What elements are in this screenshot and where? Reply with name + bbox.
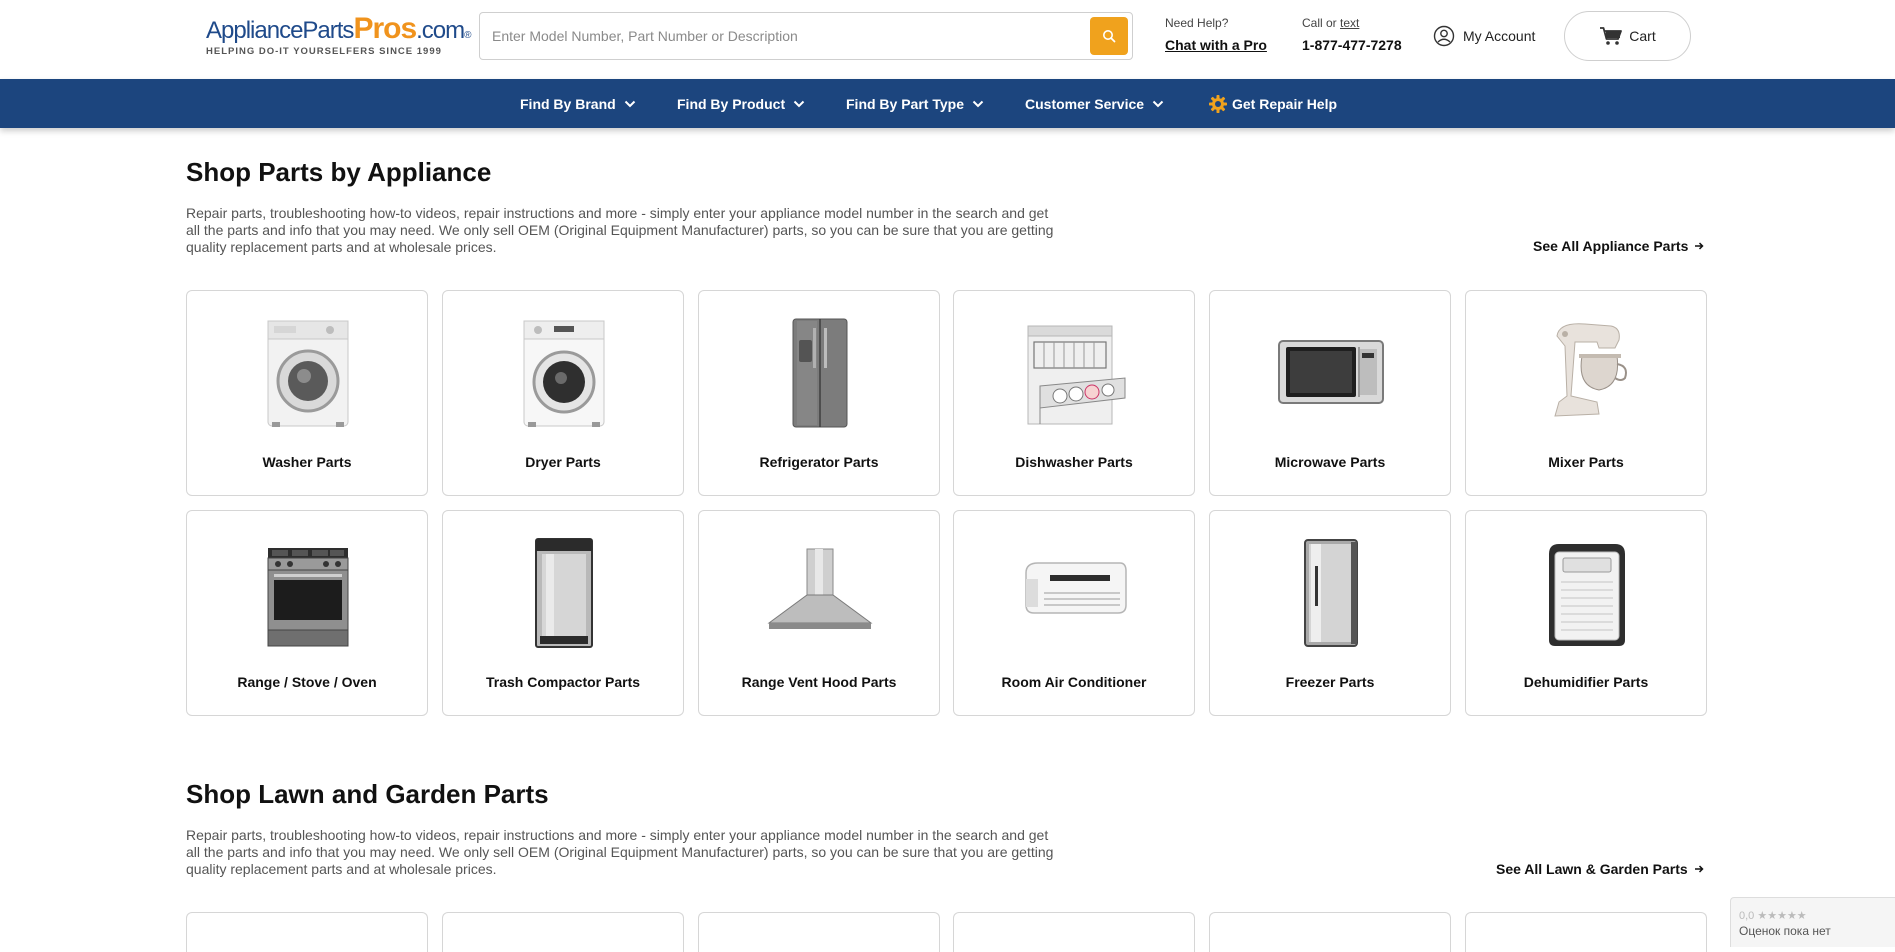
site-logo[interactable]: AppliancePartsPros.com® HELPING DO-IT YO… (206, 12, 472, 62)
my-account-label: My Account (1463, 28, 1536, 44)
category-card-range[interactable]: Range / Stove / Oven (186, 510, 428, 716)
need-help: Need Help? Chat with a Pro (1165, 16, 1267, 53)
chevron-down-icon (972, 100, 984, 107)
category-card-refrigerator[interactable]: Refrigerator Parts (698, 290, 940, 496)
category-card-dryer[interactable]: Dryer Parts (442, 290, 684, 496)
category-card-dishwasher[interactable]: Dishwasher Parts (953, 290, 1195, 496)
arrow-right-icon (1694, 865, 1704, 873)
room-air-conditioner-image (1015, 533, 1135, 653)
mixer-image (1527, 313, 1647, 433)
chevron-down-icon (1152, 100, 1164, 107)
freezer-image (1271, 533, 1391, 653)
gear-icon (1209, 94, 1227, 113)
cart-icon (1600, 27, 1623, 45)
rating-widget[interactable]: 0,0 ★★★★★ Оценок пока нет (1730, 897, 1895, 947)
search-button[interactable] (1090, 17, 1128, 55)
washer-image (248, 313, 368, 433)
category-label: Freezer Parts (1285, 674, 1375, 690)
category-label: Microwave Parts (1274, 454, 1386, 470)
lawn-section-description: Repair parts, troubleshooting how-to vid… (186, 827, 1054, 877)
category-card-dehumidifier[interactable]: Dehumidifier Parts (1465, 510, 1707, 716)
category-card-range-vent-hood[interactable]: Range Vent Hood Parts (698, 510, 940, 716)
category-label: Washer Parts (262, 454, 352, 470)
chat-with-pro-link[interactable]: Chat with a Pro (1165, 37, 1267, 53)
my-account-link[interactable]: My Account (1433, 25, 1535, 47)
nav-customer-service[interactable]: Customer Service (1025, 79, 1164, 128)
logo-tagline: HELPING DO-IT YOURSELFERS SINCE 1999 (206, 46, 442, 57)
appliance-section-title: Shop Parts by Appliance (186, 157, 492, 187)
logo-wordmark: AppliancePartsPros.com® (206, 12, 472, 45)
search-box (479, 12, 1133, 60)
category-label: Room Air Conditioner (1001, 674, 1147, 690)
lawn-section-title: Shop Lawn and Garden Parts (186, 779, 549, 809)
lawn-category-card[interactable] (1209, 912, 1451, 952)
category-label: Dehumidifier Parts (1523, 674, 1649, 690)
arrow-right-icon (1695, 242, 1704, 250)
call-label: Call or text (1302, 16, 1360, 30)
lawn-category-card[interactable] (698, 912, 940, 952)
phone-number[interactable]: 1-877-477-7278 (1302, 37, 1402, 53)
cart-button[interactable]: Cart (1564, 11, 1691, 61)
nav-get-repair-help[interactable]: Get Repair Help (1208, 79, 1337, 128)
call-or-text: Call or text 1-877-477-7278 (1302, 16, 1402, 53)
range-vent-hood-image (760, 533, 880, 653)
category-card-room-air-conditioner[interactable]: Room Air Conditioner (953, 510, 1195, 716)
chevron-down-icon (793, 100, 805, 107)
dishwasher-image (1015, 313, 1135, 433)
trash-compactor-image (504, 533, 624, 653)
category-label: Range / Stove / Oven (237, 674, 377, 690)
lawn-category-card[interactable] (1465, 912, 1707, 952)
need-help-label: Need Help? (1165, 16, 1229, 30)
search-input[interactable] (492, 23, 1052, 49)
category-label: Trash Compactor Parts (485, 674, 641, 690)
lawn-category-card[interactable] (186, 912, 428, 952)
category-label: Range Vent Hood Parts (741, 674, 897, 690)
chevron-down-icon (624, 100, 635, 107)
nav-find-by-product[interactable]: Find By Product (677, 79, 805, 128)
dryer-image (504, 313, 624, 433)
see-all-appliance-parts-link[interactable]: See All Appliance Parts (1533, 238, 1704, 254)
category-card-microwave[interactable]: Microwave Parts (1209, 290, 1451, 496)
nav-find-by-part-type[interactable]: Find By Part Type (846, 79, 984, 128)
refrigerator-image (760, 313, 880, 433)
search-icon (1103, 30, 1116, 43)
category-label: Mixer Parts (1548, 454, 1624, 470)
lawn-category-card[interactable] (442, 912, 684, 952)
category-card-washer[interactable]: Washer Parts (186, 290, 428, 496)
rating-stars: 0,0 ★★★★★ (1739, 910, 1807, 922)
rating-text: Оценок пока нет (1739, 924, 1831, 938)
main-nav: Find By Brand Find By Product Find By Pa… (0, 79, 1895, 128)
text-link[interactable]: text (1340, 16, 1359, 30)
see-all-lawn-garden-parts-link[interactable]: See All Lawn & Garden Parts (1496, 861, 1704, 877)
appliance-section-description: Repair parts, troubleshooting how-to vid… (186, 205, 1054, 255)
range-image (248, 533, 368, 653)
category-card-freezer[interactable]: Freezer Parts (1209, 510, 1451, 716)
category-card-mixer[interactable]: Mixer Parts (1465, 290, 1707, 496)
microwave-image (1271, 313, 1391, 433)
nav-find-by-brand[interactable]: Find By Brand (520, 79, 636, 128)
user-icon (1433, 25, 1455, 47)
category-label: Dryer Parts (525, 454, 601, 470)
site-header: AppliancePartsPros.com® HELPING DO-IT YO… (0, 0, 1895, 79)
category-card-trash-compactor[interactable]: Trash Compactor Parts (442, 510, 684, 716)
category-label: Refrigerator Parts (759, 454, 879, 470)
category-label: Dishwasher Parts (1015, 454, 1133, 470)
dehumidifier-image (1527, 533, 1647, 653)
lawn-category-card[interactable] (953, 912, 1195, 952)
cart-label: Cart (1629, 28, 1656, 44)
